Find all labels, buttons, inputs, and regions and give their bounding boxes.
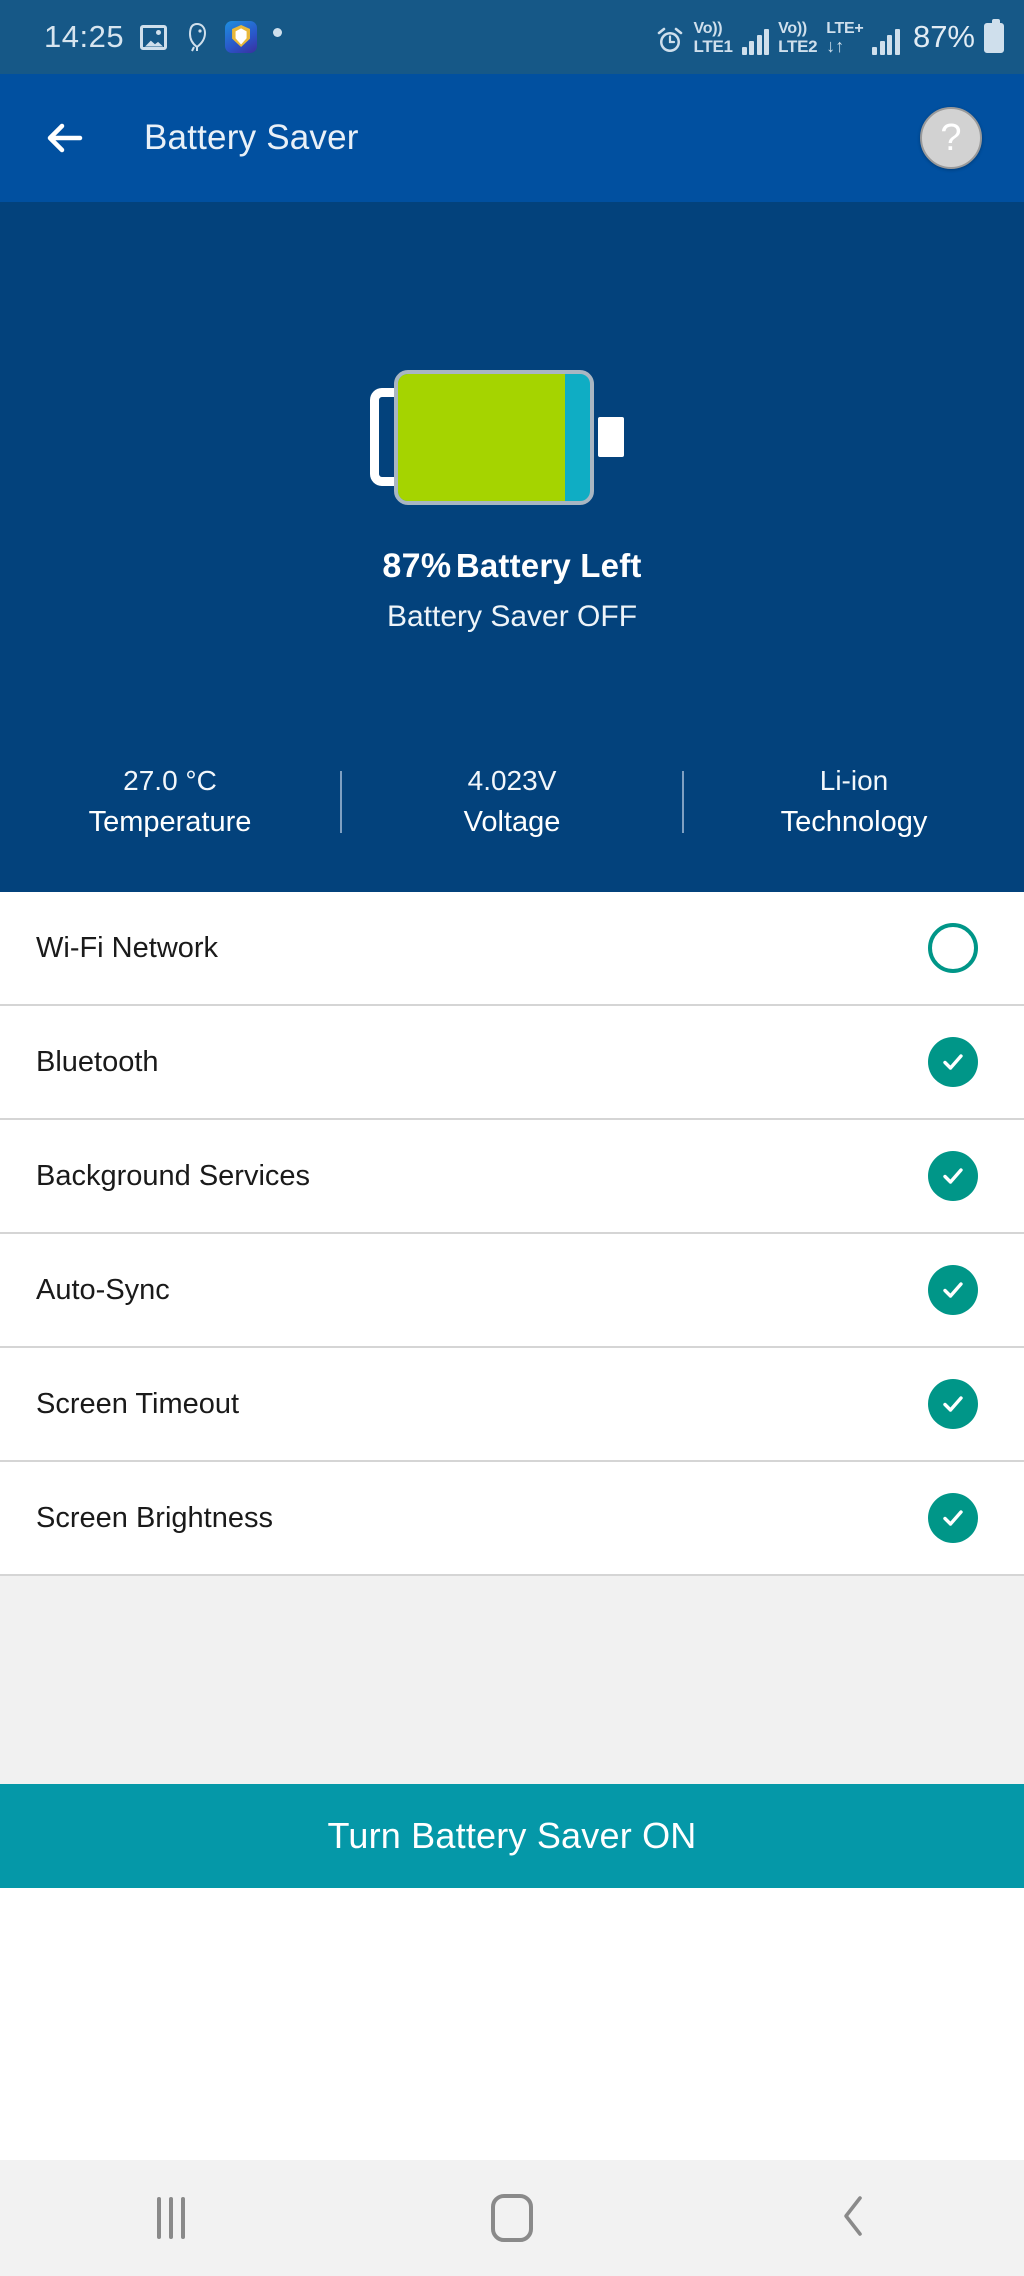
status-bar-left: 14:25 [44,19,283,55]
list-item-screen-timeout[interactable]: Screen Timeout [0,1348,1024,1462]
stat-technology: Li-ion Technology [684,761,1024,844]
data-transfer-arrows-icon: ↓↑ [826,36,845,56]
alarm-icon [655,25,685,55]
list-item-label: Screen Brightness [36,1501,273,1534]
stat-value: Li-ion [819,764,889,796]
status-battery-percent: 87% [912,19,975,54]
saver-state-text: Battery Saver OFF [386,600,638,633]
page-title: Battery Saver [144,118,359,157]
stat-caption: Technology [780,806,928,839]
back-arrow-icon[interactable] [32,101,106,175]
stat-caption: Voltage [463,806,561,839]
sim2-signal-icon [872,29,900,55]
back-chevron-icon [836,2192,870,2245]
bottom-blank-area [0,1888,1024,2160]
status-battery-icon [984,19,1004,53]
sim1-volte-indicator: Vo)) LTE1 [693,20,733,56]
phone-screen: 14:25 Vo)) LTE1 Vo)) LTE2 LTE+ ↓↑ 87% Ba… [0,0,1024,2276]
status-clock: 14:25 [44,19,125,54]
sim2-volte-indicator: Vo)) LTE2 [778,20,818,56]
dot-icon [273,28,283,37]
recents-icon [156,2197,185,2239]
battery-fill [398,374,566,501]
battery-saver-options-list: Wi-Fi Network Bluetooth Background Servi… [0,892,1024,1576]
list-item-screen-brightness[interactable]: Screen Brightness [0,1462,1024,1576]
list-item-background-services[interactable]: Background Services [0,1120,1024,1234]
battery-left-label: Battery Left [455,547,642,584]
list-item-label: Screen Timeout [36,1387,240,1420]
app-bar: Battery Saver ? [0,74,1024,202]
bird-icon [183,22,209,52]
list-item-wifi-network[interactable]: Wi-Fi Network [0,892,1024,1006]
home-icon [490,2194,533,2242]
battery-hero-panel: 87% Battery Left Battery Saver OFF 27.0 … [0,202,1024,892]
list-item-auto-sync[interactable]: Auto-Sync [0,1234,1024,1348]
list-item-bluetooth[interactable]: Bluetooth [0,1006,1024,1120]
list-item-label: Background Services [36,1159,311,1192]
toggle-checkbox-screen-brightness[interactable] [928,1493,978,1543]
home-button[interactable] [437,2160,587,2276]
sim1-signal-icon [741,29,770,55]
stat-voltage: 4.023V Voltage [342,761,682,844]
toggle-checkbox-auto-sync[interactable] [928,1265,978,1315]
list-item-label: Bluetooth [36,1045,159,1078]
stat-value: 4.023V [467,764,557,796]
stat-caption: Temperature [88,806,252,839]
list-bottom-spacer [0,1576,1024,1784]
battery-body [394,370,594,505]
battery-terminal [598,417,624,457]
battery-graphic [370,370,642,505]
back-button[interactable] [778,2160,928,2276]
status-bar-right: Vo)) LTE1 Vo)) LTE2 LTE+ ↓↑ 87% [655,19,1004,55]
battery-left-line: 87% Battery Left [0,547,1024,586]
help-button[interactable]: ? [920,107,982,169]
battery-stats-row: 27.0 °C Temperature 4.023V Voltage Li-io… [0,742,1024,862]
recents-button[interactable] [96,2160,246,2276]
gallery-icon [140,24,168,50]
lte-plus-indicator: LTE+ ↓↑ [826,20,864,56]
toggle-checkbox-background-services[interactable] [928,1151,978,1201]
list-item-label: Auto-Sync [36,1273,170,1306]
toggle-checkbox-screen-timeout[interactable] [928,1379,978,1429]
shield-app-icon [225,21,258,53]
status-bar: 14:25 Vo)) LTE1 Vo)) LTE2 LTE+ ↓↑ 87% [0,0,1024,74]
turn-battery-saver-on-button[interactable]: Turn Battery Saver ON [0,1784,1024,1888]
stat-value: 27.0 °C [123,764,217,796]
stat-temperature: 27.0 °C Temperature [0,761,340,844]
list-item-label: Wi-Fi Network [36,931,219,964]
toggle-checkbox-bluetooth[interactable] [928,1037,978,1087]
battery-percent-value: 87% [382,547,452,585]
toggle-checkbox-wifi-network[interactable] [928,923,978,973]
system-navigation-bar [0,2160,1024,2276]
